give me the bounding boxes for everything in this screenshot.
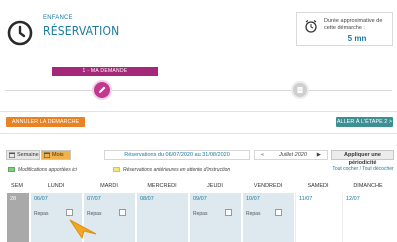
divider [0, 133, 397, 134]
page-title: RÉSERVATION [43, 24, 120, 38]
meal-checkbox[interactable] [225, 209, 232, 216]
calendar-icon [44, 152, 50, 158]
legend-modifications: Modifications apportées ici [18, 167, 77, 173]
meal-checkbox[interactable] [66, 209, 73, 216]
legend-swatch-yellow [113, 167, 120, 172]
month-navigator: « Juillet 2020 ▶ [254, 150, 328, 160]
week-number: 28 [10, 196, 17, 202]
column-header: MERCREDI [147, 183, 177, 189]
document-icon [297, 87, 303, 93]
duration-label: Durée approximative de cette démarche : [324, 18, 383, 31]
day-cell-thursday: 09/07 Repas [189, 193, 241, 242]
day-date: 10/07 [246, 196, 260, 202]
month-view-label: Mois [52, 152, 64, 158]
day-date: 09/07 [193, 196, 207, 202]
legend-swatch-green [8, 167, 15, 172]
meal-label: Repas [87, 211, 102, 217]
week-view-button[interactable]: Semaine [6, 150, 40, 160]
toggle-all-links: Tout cocher / Tout décocher [328, 166, 397, 172]
week-view-label: Semaine [17, 152, 39, 158]
apply-periodicity-button[interactable]: Appliquer une périodicité [331, 150, 394, 166]
day-date: 11/07 [299, 196, 313, 202]
cancel-button[interactable]: ANNULER LA DEMARCHE [6, 117, 85, 127]
column-header: DIMANCHE [353, 183, 383, 189]
day-cell-saturday: 11/07 [295, 193, 341, 242]
current-step-label: 1 - MA DEMANDE [52, 67, 158, 76]
column-header: VENDREDI [253, 183, 283, 189]
column-header: JEUDI [207, 183, 223, 189]
calendar-week-row: 28 06/07 Repas 07/07 Repas 08/07 09/07 R… [0, 193, 397, 242]
divider [0, 111, 397, 112]
step-line [5, 90, 392, 91]
day-cell-sunday: 12/07 [342, 193, 397, 242]
next-step-button[interactable]: ALLER À L'ÉTAPE 2 > [336, 117, 393, 127]
page-header: ENFANCE RÉSERVATION Durée approximative … [0, 0, 397, 60]
prev-month-button[interactable]: « [261, 151, 264, 159]
current-month-label: Juillet 2020 [279, 152, 307, 158]
day-cell-wednesday: 08/07 [136, 193, 188, 242]
calendar-day-headers: SEM LUNDI MARDI MERCREDI JEUDI VENDREDI … [0, 183, 397, 191]
column-header: MARDI [100, 183, 118, 189]
day-date: 06/07 [34, 196, 48, 202]
clock-icon [7, 20, 33, 46]
meal-checkbox[interactable] [275, 209, 282, 216]
day-date: 08/07 [140, 196, 154, 202]
pointer-cursor-icon [69, 219, 97, 240]
column-header: SAMEDI [307, 183, 329, 189]
meal-label: Repas [246, 211, 261, 217]
calendar-icon [9, 152, 15, 158]
day-cell-friday: 10/07 Repas [242, 193, 294, 242]
legend-pending: Réservations antérieures en attente d'in… [123, 167, 231, 173]
page-subtitle: ENFANCE [43, 15, 73, 21]
duration-value: 5 mn [347, 34, 367, 43]
day-date: 07/07 [87, 196, 101, 202]
meal-label: Repas [193, 211, 208, 217]
calendar-toolbar: Semaine Mois Réservations du 06/07/2020 … [6, 150, 394, 166]
calendar-legend: Modifications apportées ici Réservations… [8, 165, 394, 179]
duration-box: Durée approximative de cette démarche : … [296, 12, 393, 46]
month-view-button[interactable]: Mois [41, 150, 71, 160]
link-separator: / [359, 166, 361, 172]
meal-checkbox[interactable] [119, 209, 126, 216]
step-progress: 1 - MA DEMANDE [0, 60, 397, 110]
step-1-indicator [92, 80, 112, 100]
step-2-indicator [291, 81, 309, 99]
timer-icon [305, 20, 317, 33]
check-all-link[interactable]: Tout cocher [332, 166, 358, 172]
meal-label: Repas [34, 211, 49, 217]
uncheck-all-link[interactable]: Tout décocher [362, 166, 393, 172]
week-number-cell: 28 [7, 193, 29, 242]
next-month-button[interactable]: ▶ [317, 151, 321, 159]
column-header: SEM [11, 183, 23, 189]
pencil-icon [99, 86, 106, 93]
column-header: LUNDI [47, 183, 65, 189]
reservation-range: Réservations du 06/07/2020 au 31/08/2020 [104, 150, 250, 160]
day-date: 12/07 [346, 196, 360, 202]
